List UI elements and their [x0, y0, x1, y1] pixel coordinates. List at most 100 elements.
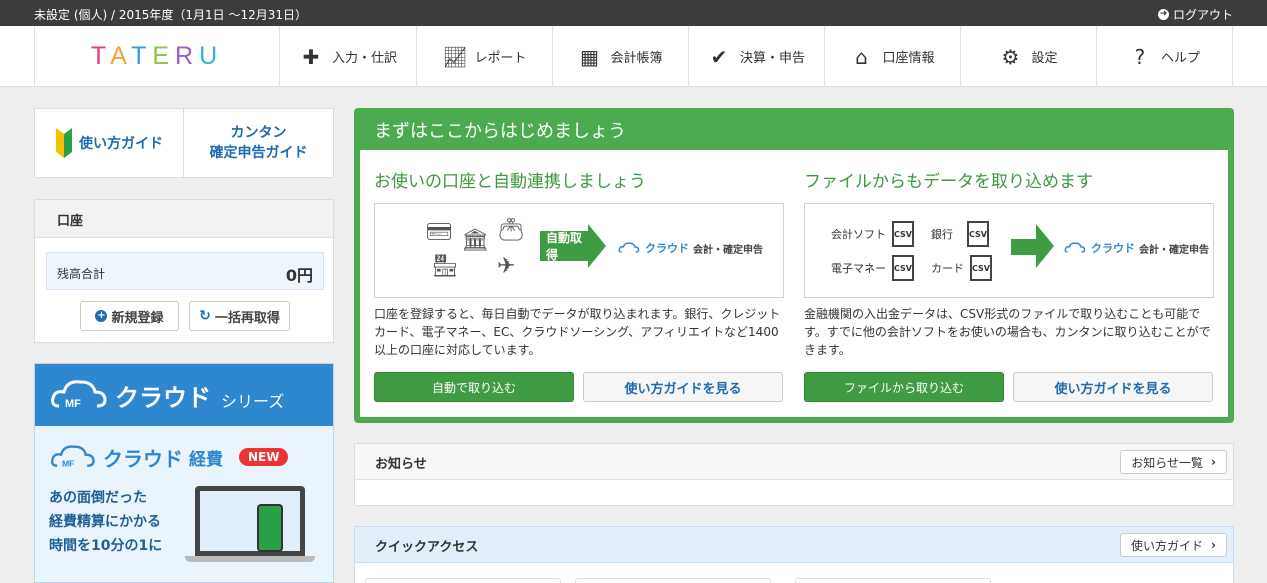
- getting-started-title: まずはここからはじめましょう: [374, 121, 626, 142]
- brand-name: TATERU: [90, 42, 224, 70]
- auto-fetch-label: 自動取得: [546, 231, 583, 262]
- chart-icon: 📈︎: [442, 44, 468, 69]
- quick-access-item[interactable]: [365, 578, 561, 583]
- banner-copy-line: あの面倒だった: [49, 490, 147, 506]
- laptop-base: [185, 556, 315, 562]
- beginner-mark-icon: [56, 128, 72, 158]
- csv-file-icon: CSV: [892, 255, 914, 281]
- tax-guide-link[interactable]: カンタン 確定申告ガイド: [184, 123, 333, 163]
- auto-import-button[interactable]: 自動で取り込む: [374, 372, 574, 402]
- question-icon: ?: [1134, 44, 1146, 69]
- bank-icon: 🏛︎: [461, 228, 489, 253]
- news-list-label: お知らせ一覧: [1131, 455, 1204, 470]
- csv-file-icon: CSV: [967, 221, 989, 247]
- banner-product: MF クラウド 経費 NEW: [49, 442, 289, 472]
- balance-value: 0円: [285, 266, 313, 285]
- mf-cloud-logo: クラウド 会計・確定申告: [617, 240, 763, 256]
- credit-card-icon: 💳︎: [425, 220, 453, 245]
- csv-source-label: 銀行: [931, 228, 953, 241]
- phone-illustration: [257, 504, 283, 552]
- auto-fetch-arrow: 自動取得: [540, 231, 588, 262]
- mf-cloud-label: クラウド: [645, 242, 689, 255]
- file-import-column: ファイルからもデータを取り込めます 会計ソフト CSV 銀行 CSV 電子マネー…: [804, 150, 1214, 417]
- nav-label: レポート: [474, 51, 527, 66]
- auto-guide-button[interactable]: 使い方ガイドを見る: [583, 372, 783, 402]
- csv-file-icon: CSV: [970, 255, 992, 281]
- new-account-label: 新規登録: [111, 310, 164, 326]
- main-nav: TATERU ✚ 入力・仕訳 📈︎ レポート ▦ 会計帳簿 ✔ 決算・申告 ⌂ …: [0, 26, 1267, 87]
- banner-copy: あの面倒だった 経費精算にかかる 時間を10分の1に: [49, 486, 162, 558]
- nav-item-accounts[interactable]: ⌂ 口座情報: [825, 26, 961, 87]
- tax-guide-line2: 確定申告ガイド: [209, 145, 308, 161]
- nav-label: ヘルプ: [1160, 51, 1200, 66]
- logout-label: ログアウト: [1172, 8, 1233, 22]
- banner-sub-product: 経費: [189, 449, 223, 470]
- banner-brand: クラウド: [115, 383, 211, 412]
- file-import-button[interactable]: ファイルから取り込む: [804, 372, 1004, 402]
- nav-item-report[interactable]: 📈︎ レポート: [417, 26, 553, 87]
- auto-link-diagram: 💳︎ 🏛︎ 👛︎ 🏪︎ ✈ 自動取得 クラウド 会計・確定申告: [374, 203, 784, 298]
- file-import-description: 金融機関の入出金データは、CSV形式のファイルで取り込むことも可能です。すでに他…: [804, 307, 1211, 357]
- nav-label: 入力・仕訳: [331, 51, 397, 66]
- quick-access-item[interactable]: [795, 578, 991, 583]
- file-guide-button[interactable]: 使い方ガイドを見る: [1013, 372, 1213, 402]
- import-arrow: [1011, 239, 1037, 255]
- tax-guide-line1: カンタン: [230, 125, 287, 141]
- quick-access-panel: クイックアクセス 使い方ガイド ›: [354, 526, 1234, 583]
- nav-label: 設定: [1031, 51, 1058, 66]
- home-icon: ⌂: [855, 44, 868, 69]
- account-types-icons: 💳︎ 🏛︎ 👛︎ 🏪︎ ✈: [425, 218, 535, 284]
- new-account-button[interactable]: + 新規登録: [80, 301, 179, 331]
- refresh-all-button[interactable]: ↻ 一括再取得: [189, 301, 290, 331]
- arrow-head: [588, 224, 606, 268]
- laptop-illustration: [195, 486, 305, 556]
- csv-source-emoney: 電子マネー CSV: [831, 255, 914, 281]
- nav-item-help[interactable]: ? ヘルプ: [1097, 26, 1233, 87]
- usage-guide-link[interactable]: 使い方ガイド: [35, 109, 184, 177]
- gear-icon: ⚙: [1001, 44, 1020, 69]
- csv-source-label: カード: [931, 262, 964, 275]
- plus-circle-icon: +: [95, 310, 108, 322]
- quick-access-item[interactable]: [575, 578, 771, 583]
- news-title: お知らせ: [355, 444, 1233, 480]
- mf-cloud-banner[interactable]: MF クラウド シリーズ MF クラウド 経費 NEW あの面倒だった 経費精算…: [34, 363, 334, 583]
- refresh-all-label: 一括再取得: [214, 310, 280, 326]
- svg-text:MF: MF: [62, 458, 75, 468]
- nav-item-closing[interactable]: ✔ 決算・申告: [689, 26, 825, 87]
- banner-copy-line: 時間を10分の1に: [49, 538, 163, 554]
- svg-text:MF: MF: [65, 398, 81, 410]
- csv-file-icon: CSV: [892, 221, 914, 247]
- auto-link-description: 口座を登録すると、毎日自動でデータが取り込まれます。銀行、クレジットカード、電子…: [374, 307, 781, 357]
- banner-header: MF クラウド シリーズ: [35, 364, 333, 426]
- mf-cloud-logo: クラウド 会計・確定申告: [1063, 240, 1209, 256]
- banner-series: シリーズ: [221, 392, 285, 411]
- mf-cloud-sub: 会計・確定申告: [1139, 244, 1209, 256]
- account-panel: 口座 残高合計 0円 + 新規登録 ↻ 一括再取得: [34, 199, 334, 343]
- top-bar: 未設定 (個人) / 2015年度（1月1日 ～12月31日） ➜ ログアウト: [0, 0, 1267, 26]
- cloud-logo-icon: [1064, 242, 1086, 253]
- fiscal-year-label: 未設定 (個人) / 2015年度（1月1日 ～12月31日）: [34, 8, 308, 22]
- cloud-logo-icon: [618, 242, 640, 253]
- getting-started-body: お使いの口座と自動連携しましょう 💳︎ 🏛︎ 👛︎ 🏪︎ ✈ 自動取得 クラウド…: [360, 150, 1228, 417]
- balance-total: 残高合計 0円: [46, 252, 324, 290]
- getting-started-panel: まずはここからはじめましょう お使いの口座と自動連携しましょう 💳︎ 🏛︎ 👛︎…: [354, 108, 1234, 423]
- nav-item-entry[interactable]: ✚ 入力・仕訳: [281, 26, 417, 87]
- quick-guide-button[interactable]: 使い方ガイド ›: [1120, 533, 1227, 557]
- logout-link[interactable]: ➜ ログアウト: [1157, 6, 1233, 23]
- nav-label: 口座情報: [882, 51, 935, 66]
- chevron-right-icon: ›: [1211, 538, 1216, 552]
- news-list-button[interactable]: お知らせ一覧 ›: [1120, 450, 1227, 474]
- nav-item-books[interactable]: ▦ 会計帳簿: [553, 26, 689, 87]
- nav-label: 会計帳簿: [610, 51, 663, 66]
- check-icon: ✔: [710, 44, 728, 69]
- account-title: 口座: [35, 200, 333, 238]
- nav-item-settings[interactable]: ⚙ 設定: [961, 26, 1097, 87]
- file-import-heading: ファイルからもデータを取り込めます: [804, 172, 1093, 192]
- csv-source-bank: 銀行 CSV: [931, 221, 989, 247]
- csv-source-card: カード CSV: [931, 255, 992, 281]
- csv-source-label: 会計ソフト: [831, 228, 886, 241]
- file-import-diagram: 会計ソフト CSV 銀行 CSV 電子マネー CSV カード CSV クラウド …: [804, 203, 1214, 298]
- brand-logo[interactable]: TATERU: [34, 26, 280, 87]
- cloud-logo-small-icon: MF: [50, 445, 95, 468]
- wallet-icon: 👛︎: [497, 218, 525, 243]
